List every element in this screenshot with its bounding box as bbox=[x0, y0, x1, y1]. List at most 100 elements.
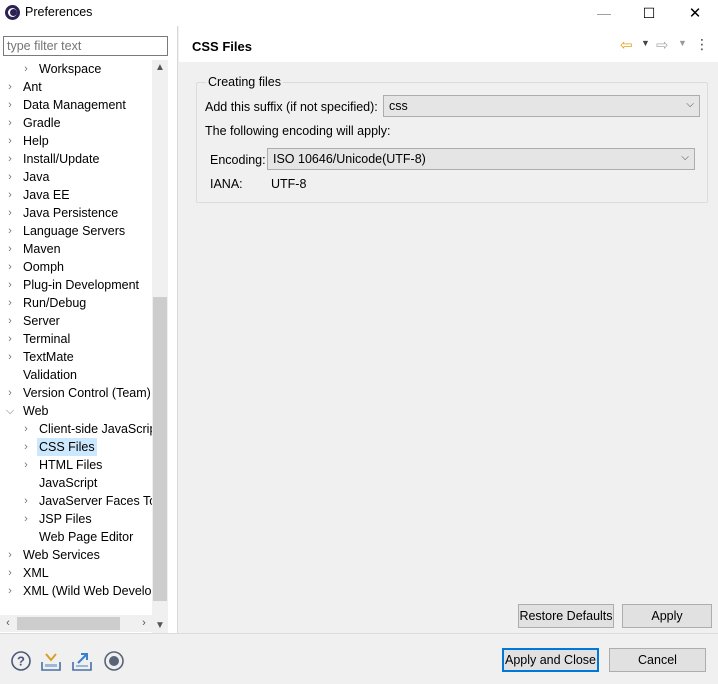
tree-item[interactable]: › Terminal bbox=[0, 330, 152, 348]
tree-item[interactable]: › TextMate bbox=[0, 348, 152, 366]
cancel-button[interactable]: Cancel bbox=[609, 648, 706, 672]
tree-item-label: CSS Files bbox=[37, 438, 97, 456]
close-button[interactable]: ✕ bbox=[672, 0, 718, 26]
expanded-chevron-icon[interactable]: ⌵ bbox=[4, 402, 16, 420]
back-dropdown-icon[interactable]: ▼ bbox=[641, 38, 650, 48]
scroll-right-arrow-icon[interactable]: › bbox=[136, 615, 152, 632]
horizontal-scroll-thumb[interactable] bbox=[17, 617, 120, 630]
tree-item[interactable]: ⌵ Web bbox=[0, 402, 152, 420]
tree-item-label: Ant bbox=[23, 80, 42, 94]
collapsed-chevron-icon[interactable]: › bbox=[20, 60, 32, 78]
collapsed-chevron-icon[interactable]: › bbox=[20, 456, 32, 474]
tree-item[interactable]: Validation bbox=[0, 366, 152, 384]
collapsed-chevron-icon[interactable]: › bbox=[4, 150, 16, 168]
collapsed-chevron-icon[interactable]: › bbox=[4, 168, 16, 186]
scroll-left-arrow-icon[interactable]: ‹ bbox=[0, 615, 16, 632]
tree-item[interactable]: › Java bbox=[0, 168, 152, 186]
tree-item-label: Maven bbox=[23, 242, 61, 256]
collapsed-chevron-icon[interactable]: › bbox=[20, 438, 32, 456]
collapsed-chevron-icon[interactable]: › bbox=[20, 510, 32, 528]
tree-item[interactable]: › Gradle bbox=[0, 114, 152, 132]
collapsed-chevron-icon[interactable]: › bbox=[20, 492, 32, 510]
tree-item[interactable]: › Workspace bbox=[0, 60, 152, 78]
eclipse-app-icon bbox=[5, 5, 20, 20]
tree-item[interactable]: › Ant bbox=[0, 78, 152, 96]
tree-item[interactable]: Web Page Editor bbox=[0, 528, 152, 546]
collapsed-chevron-icon[interactable]: › bbox=[4, 78, 16, 96]
tree-item[interactable]: › Oomph bbox=[0, 258, 152, 276]
tree-item[interactable]: › HTML Files bbox=[0, 456, 152, 474]
tree-item[interactable]: › Java EE bbox=[0, 186, 152, 204]
import-icon[interactable] bbox=[40, 650, 62, 672]
scroll-up-arrow-icon[interactable]: ▲ bbox=[152, 60, 168, 76]
tree-item-label: XML (Wild Web Developer) bbox=[23, 584, 152, 598]
collapsed-chevron-icon[interactable]: › bbox=[4, 204, 16, 222]
tree-item[interactable]: › Server bbox=[0, 312, 152, 330]
collapsed-chevron-icon[interactable]: › bbox=[4, 132, 16, 150]
encoding-value: ISO 10646/Unicode(UTF-8) bbox=[273, 152, 426, 166]
collapsed-chevron-icon[interactable]: › bbox=[4, 330, 16, 348]
tree-item[interactable]: › Install/Update bbox=[0, 150, 152, 168]
tree-item[interactable]: › JSP Files bbox=[0, 510, 152, 528]
apply-and-close-button[interactable]: Apply and Close bbox=[502, 648, 599, 672]
vertical-scroll-thumb[interactable] bbox=[153, 297, 167, 601]
apply-button[interactable]: Apply bbox=[622, 604, 712, 628]
tree-item[interactable]: › Web Services bbox=[0, 546, 152, 564]
more-menu-icon[interactable]: ⋮ bbox=[695, 36, 709, 53]
tree-horizontal-scrollbar[interactable]: ‹ › bbox=[0, 615, 152, 632]
back-arrow-icon[interactable]: ⇦ bbox=[620, 36, 633, 54]
collapsed-chevron-icon[interactable]: › bbox=[4, 294, 16, 312]
collapsed-chevron-icon[interactable]: › bbox=[4, 114, 16, 132]
maximize-button[interactable]: ☐ bbox=[626, 0, 672, 26]
collapsed-chevron-icon[interactable]: › bbox=[4, 312, 16, 330]
collapsed-chevron-icon[interactable]: › bbox=[4, 384, 16, 402]
minimize-button[interactable]: — bbox=[581, 0, 627, 26]
tree-item-label: Install/Update bbox=[23, 152, 100, 166]
tree-item[interactable]: › Java Persistence bbox=[0, 204, 152, 222]
tree-item[interactable]: › Help bbox=[0, 132, 152, 150]
tree-item[interactable]: › XML bbox=[0, 564, 152, 582]
tree-item[interactable]: › Maven bbox=[0, 240, 152, 258]
tree-item-label: Server bbox=[23, 314, 60, 328]
scroll-down-arrow-icon[interactable]: ▼ bbox=[152, 618, 168, 634]
suffix-combo[interactable]: css ⌵ bbox=[383, 95, 700, 117]
page-header: CSS Files ⇦ ▼ ⇨ ▼ ⋮ bbox=[179, 26, 718, 62]
tree-item-label: Terminal bbox=[23, 332, 71, 346]
tree-item[interactable]: › XML (Wild Web Developer) bbox=[0, 582, 152, 600]
tree-item[interactable]: JavaScript bbox=[0, 474, 152, 492]
export-icon[interactable] bbox=[71, 650, 93, 672]
encoding-combo[interactable]: ISO 10646/Unicode(UTF-8) ⌵ bbox=[267, 148, 695, 170]
collapsed-chevron-icon[interactable]: › bbox=[4, 186, 16, 204]
collapsed-chevron-icon[interactable]: › bbox=[4, 348, 16, 366]
encoding-label: Encoding: bbox=[210, 153, 266, 167]
collapsed-chevron-icon[interactable]: › bbox=[4, 96, 16, 114]
tree-item[interactable]: › Client-side JavaScript bbox=[0, 420, 152, 438]
forward-arrow-icon[interactable]: ⇨ bbox=[656, 36, 669, 54]
restore-defaults-button[interactable]: Restore Defaults bbox=[518, 604, 614, 628]
tree-item[interactable]: › JavaServer Faces Tools bbox=[0, 492, 152, 510]
tree-item-label: JavaScript bbox=[39, 476, 98, 490]
filter-input[interactable] bbox=[3, 36, 168, 56]
tree-item[interactable]: › Version Control (Team) bbox=[0, 384, 152, 402]
tree-item[interactable]: › CSS Files bbox=[0, 438, 152, 456]
tree-item-label: Gradle bbox=[23, 116, 61, 130]
collapsed-chevron-icon[interactable]: › bbox=[4, 564, 16, 582]
collapsed-chevron-icon[interactable]: › bbox=[20, 420, 32, 438]
tree-item-label: Workspace bbox=[39, 62, 102, 76]
collapsed-chevron-icon[interactable]: › bbox=[4, 582, 16, 600]
record-icon[interactable] bbox=[103, 650, 125, 672]
tree-item-label: Java EE bbox=[23, 188, 70, 202]
tree-item[interactable]: › Plug-in Development bbox=[0, 276, 152, 294]
collapsed-chevron-icon[interactable]: › bbox=[4, 258, 16, 276]
tree-vertical-scrollbar[interactable]: ▲ ▼ bbox=[152, 60, 168, 634]
collapsed-chevron-icon[interactable]: › bbox=[4, 240, 16, 258]
collapsed-chevron-icon[interactable]: › bbox=[4, 276, 16, 294]
help-icon[interactable]: ? bbox=[10, 650, 32, 672]
tree-item[interactable]: › Language Servers bbox=[0, 222, 152, 240]
iana-value: UTF-8 bbox=[271, 177, 307, 191]
collapsed-chevron-icon[interactable]: › bbox=[4, 546, 16, 564]
tree-item[interactable]: › Run/Debug bbox=[0, 294, 152, 312]
collapsed-chevron-icon[interactable]: › bbox=[4, 222, 16, 240]
forward-dropdown-icon[interactable]: ▼ bbox=[678, 38, 687, 48]
tree-item[interactable]: › Data Management bbox=[0, 96, 152, 114]
